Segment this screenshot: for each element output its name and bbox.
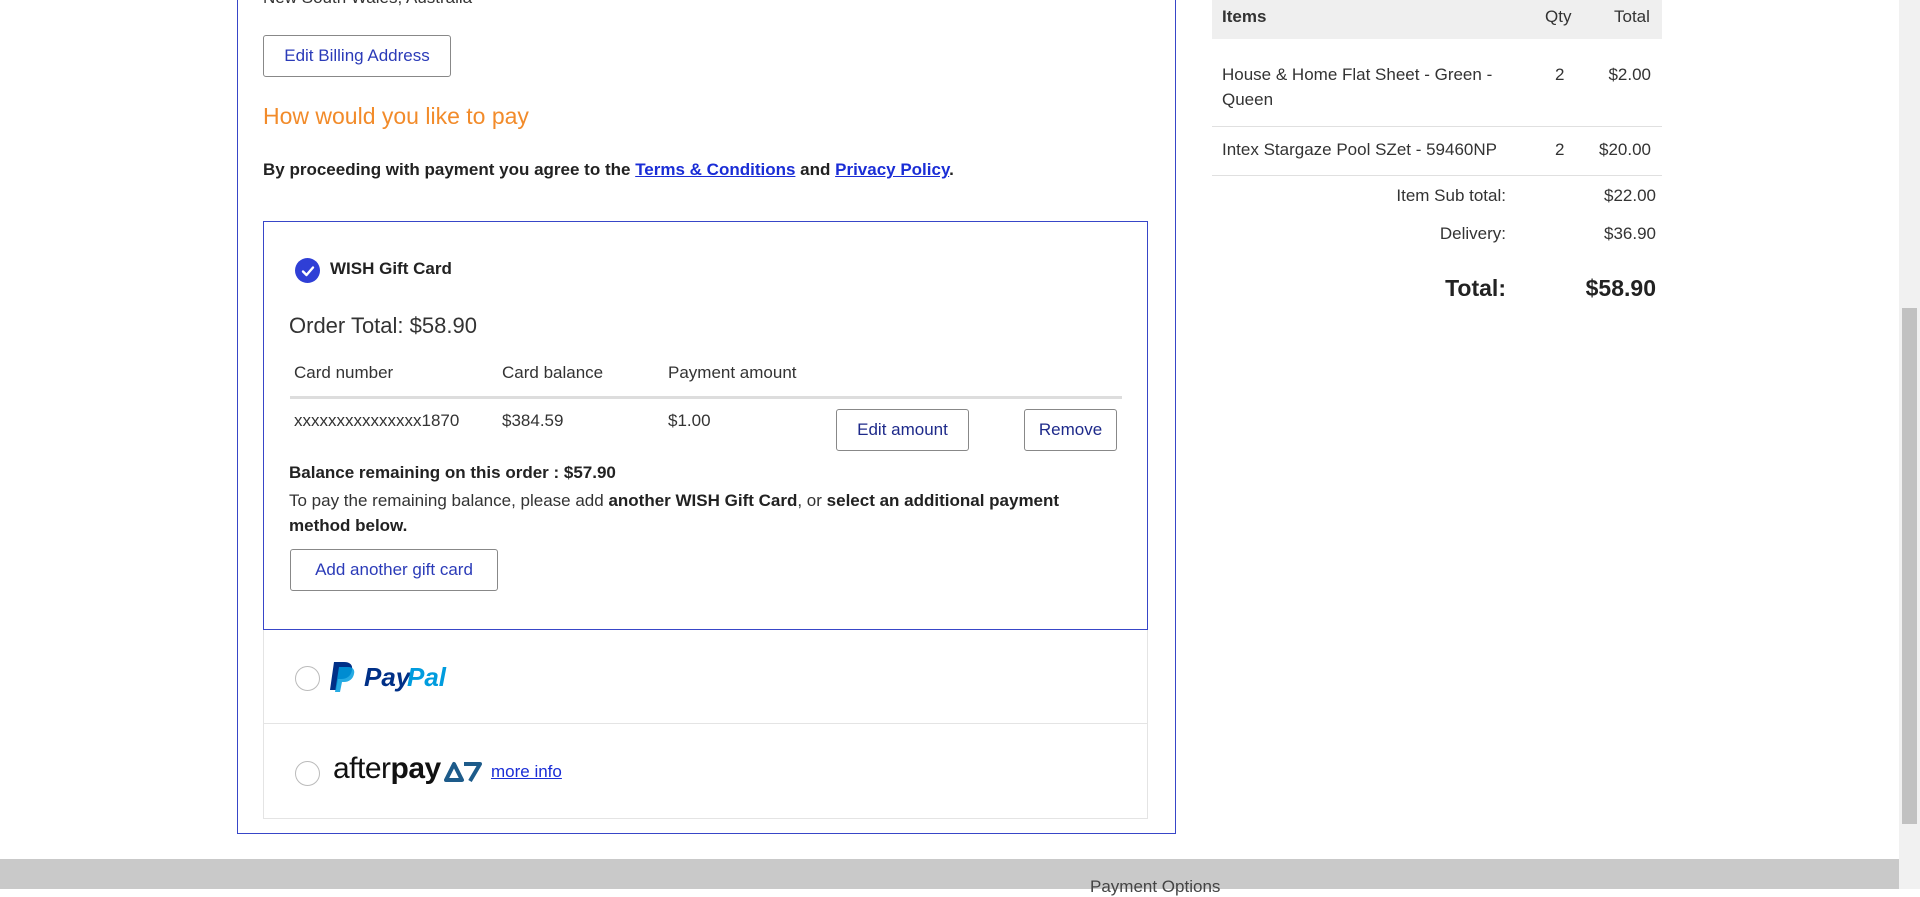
summary-item-name-line2: Queen	[1222, 90, 1274, 109]
afterpay-text-after: after	[333, 752, 391, 785]
afterpay-more-info-link[interactable]: more info	[491, 762, 562, 782]
edit-amount-button[interactable]: Edit amount	[836, 409, 969, 451]
subtotal-label: Item Sub total:	[1396, 186, 1506, 205]
footer-bar	[0, 859, 1899, 889]
summary-col-items: Items	[1222, 7, 1267, 26]
summary-item-total: $20.00	[1599, 140, 1651, 159]
col-card-balance: Card balance	[502, 363, 604, 382]
table-divider	[290, 396, 1122, 399]
summary-col-total: Total	[1614, 7, 1650, 26]
pay-remaining-bold-1: another WISH Gift Card	[608, 491, 798, 510]
agreement-suffix: .	[949, 160, 954, 179]
add-gift-card-button[interactable]: Add another gift card	[290, 549, 498, 591]
pay-remaining-text: To pay the remaining balance, please add…	[289, 488, 1119, 538]
summary-item-qty: 2	[1555, 140, 1565, 159]
total-value: $58.90	[1585, 275, 1656, 301]
balance-remaining: Balance remaining on this order : $57.90	[289, 463, 616, 482]
summary-item-name-line1: House & Home Flat Sheet - Green -	[1222, 65, 1493, 84]
payment-heading: How would you like to pay	[263, 103, 529, 129]
paypal-text-pay: Pay	[364, 662, 412, 692]
pay-remaining-mid: , or	[797, 491, 827, 510]
paypal-text-pal: Pal	[407, 662, 447, 692]
summary-row-divider	[1212, 175, 1662, 176]
gift-card-label: WISH Gift Card	[330, 259, 452, 278]
total-label: Total:	[1445, 275, 1506, 301]
footer-payment-options: Payment Options	[1090, 877, 1221, 896]
col-payment-amount: Payment amount	[668, 363, 797, 382]
summary-row-divider	[1212, 126, 1662, 127]
privacy-link[interactable]: Privacy Policy	[835, 160, 949, 179]
col-card-number: Card number	[294, 363, 394, 382]
summary-header	[1212, 0, 1662, 39]
payment-amount-cell: $1.00	[668, 411, 711, 430]
pay-remaining-prefix: To pay the remaining balance, please add	[289, 491, 609, 510]
paypal-radio[interactable]	[295, 666, 320, 691]
delivery-value: $36.90	[1604, 224, 1656, 243]
summary-item-name-line1: Intex Stargaze Pool SZet - 59460NP	[1222, 140, 1497, 159]
afterpay-arrows-icon	[444, 762, 482, 783]
order-total: Order Total: $58.90	[289, 313, 477, 338]
billing-address-text: New South Wales, Australia	[263, 0, 472, 8]
checkmark-icon[interactable]	[295, 258, 320, 283]
afterpay-text-pay: pay	[390, 752, 442, 785]
card-balance-cell: $384.59	[502, 411, 564, 430]
paypal-p-icon	[330, 662, 355, 692]
paypal-logo: Pay Pal	[328, 660, 458, 692]
subtotal-value: $22.00	[1604, 186, 1656, 205]
edit-billing-address-button[interactable]: Edit Billing Address	[263, 35, 451, 77]
summary-item-total: $2.00	[1608, 65, 1651, 84]
summary-col-qty: Qty	[1545, 7, 1572, 26]
remove-button[interactable]: Remove	[1024, 409, 1117, 451]
afterpay-radio[interactable]	[295, 761, 320, 786]
scrollbar-thumb[interactable]	[1902, 308, 1917, 824]
afterpay-logo: afterpay	[333, 752, 441, 786]
delivery-label: Delivery:	[1439, 224, 1506, 243]
card-number-cell: xxxxxxxxxxxxxxx1870	[294, 411, 460, 430]
agreement-prefix: By proceeding with payment you agree to …	[263, 160, 636, 179]
agreement-and: and	[795, 160, 836, 179]
summary-item-qty: 2	[1555, 65, 1565, 84]
agreement-text: By proceeding with payment you agree to …	[263, 160, 954, 180]
terms-link[interactable]: Terms & Conditions	[635, 160, 795, 179]
